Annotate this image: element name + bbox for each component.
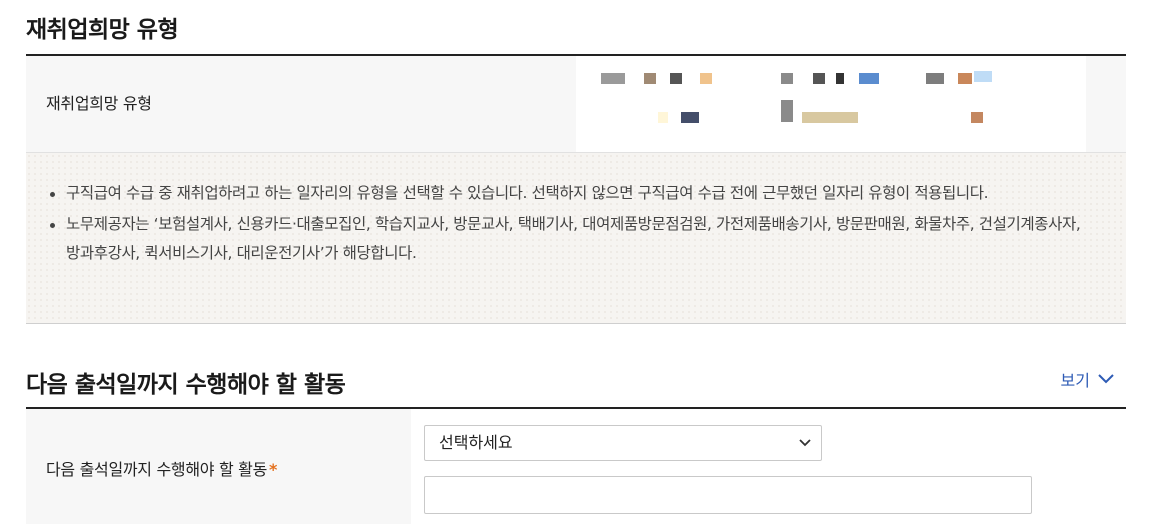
redacted-block xyxy=(974,71,992,82)
redacted-block xyxy=(670,73,682,84)
redacted-block xyxy=(926,73,944,84)
next-activity-label-text: 다음 출석일까지 수행해야 할 활동 xyxy=(46,460,268,479)
section-title-reemployment-type: 재취업희망 유형 xyxy=(26,17,179,43)
section-title-next-activity: 다음 출석일까지 수행해야 할 활동 xyxy=(26,372,346,398)
next-activity-label: 다음 출석일까지 수행해야 할 활동 * xyxy=(46,456,277,480)
notice-list: 구직급여 수급 중 재취업하려고 하는 일자리의 유형을 선택할 수 있습니다.… xyxy=(48,179,1098,270)
redacted-block xyxy=(802,112,858,123)
view-toggle-button[interactable]: 보기 xyxy=(1061,367,1114,391)
activity-detail-input[interactable] xyxy=(424,476,1032,514)
activity-select[interactable]: 선택하세요 xyxy=(424,425,822,461)
notice-item: 노무제공자는 ‘보험설계사, 신용카드·대출모집인, 학습지교사, 방문교사, … xyxy=(48,210,1098,268)
chevron-down-icon xyxy=(799,439,811,447)
redacted-block xyxy=(781,100,793,122)
redacted-block xyxy=(836,73,844,84)
redacted-block xyxy=(658,112,668,123)
redacted-block xyxy=(601,73,625,84)
notice-box: 구직급여 수급 중 재취업하려고 하는 일자리의 유형을 선택할 수 있습니다.… xyxy=(26,153,1126,324)
chevron-down-icon xyxy=(1098,374,1114,384)
redacted-block xyxy=(700,73,712,84)
redacted-block xyxy=(859,73,879,84)
redacted-block xyxy=(958,73,972,84)
redacted-block xyxy=(644,73,656,84)
required-marker: * xyxy=(269,460,278,479)
redacted-block xyxy=(781,73,793,84)
redacted-block xyxy=(971,112,983,123)
reemployment-type-options-redacted xyxy=(576,56,1086,152)
next-activity-row: 다음 출석일까지 수행해야 할 활동 * 선택하세요 xyxy=(26,409,1126,524)
redacted-block xyxy=(681,112,699,123)
activity-select-value: 선택하세요 xyxy=(439,433,513,452)
notice-item: 구직급여 수급 중 재취업하려고 하는 일자리의 유형을 선택할 수 있습니다.… xyxy=(48,179,1098,208)
view-toggle-label: 보기 xyxy=(1060,371,1090,390)
reemployment-type-label: 재취업희망 유형 xyxy=(46,94,152,113)
next-activity-header-cell: 다음 출석일까지 수행해야 할 활동 * xyxy=(26,409,411,524)
redacted-block xyxy=(813,73,825,84)
reemployment-type-row: 재취업희망 유형 xyxy=(26,56,1126,153)
